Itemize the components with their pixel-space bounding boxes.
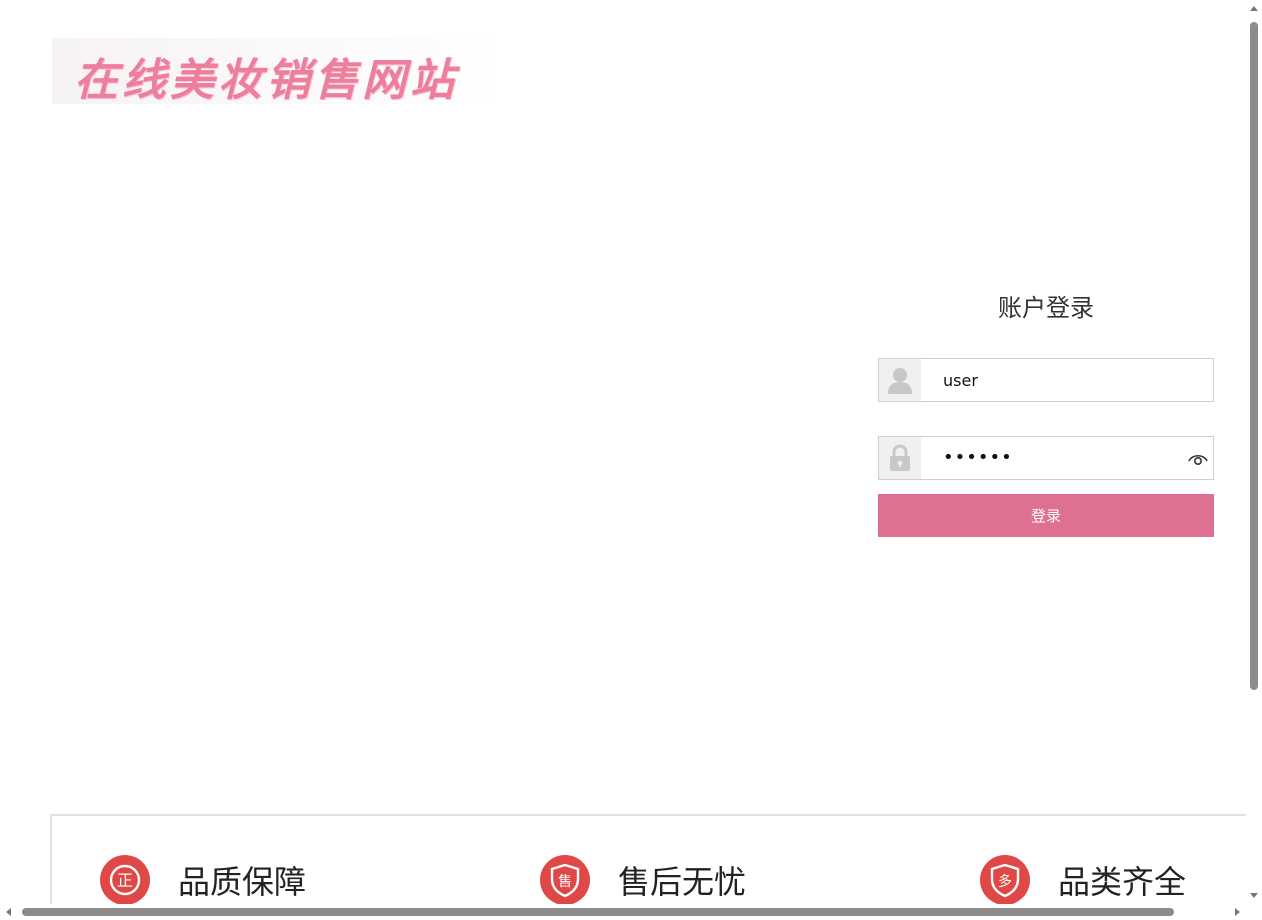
feature-variety: 多 品类齐全 <box>980 854 1186 906</box>
vertical-scrollbar[interactable] <box>1246 0 1262 904</box>
vertical-scroll-thumb[interactable] <box>1250 22 1258 690</box>
horizontal-scrollbar[interactable] <box>0 904 1246 920</box>
aftersale-shield-icon: 售 <box>540 855 590 905</box>
scroll-right-arrow-icon[interactable] <box>1235 908 1240 916</box>
scroll-down-arrow-icon[interactable] <box>1250 893 1258 898</box>
variety-shield-icon: 多 <box>980 855 1030 905</box>
feature-aftersale: 售 售后无忧 <box>540 854 746 906</box>
login-button[interactable]: 登录 <box>878 494 1214 537</box>
horizontal-scroll-thumb[interactable] <box>22 908 1174 916</box>
feature-quality: 正 品质保障 <box>100 854 306 906</box>
feature-label: 售后无忧 <box>618 863 747 901</box>
lock-icon <box>879 437 921 479</box>
username-input[interactable] <box>943 369 1173 391</box>
svg-text:多: 多 <box>998 873 1012 890</box>
feature-label: 品类齐全 <box>1058 863 1187 901</box>
scroll-left-arrow-icon[interactable] <box>6 908 11 916</box>
svg-text:售: 售 <box>558 874 572 890</box>
feature-label: 品质保障 <box>178 863 307 901</box>
site-logo[interactable]: 在线美妆销售网站 <box>52 38 502 106</box>
login-page: 在线美妆销售网站 账户登录 •••••• <box>0 0 1262 920</box>
scroll-up-arrow-icon[interactable] <box>1250 6 1258 11</box>
scrollbar-corner <box>1246 904 1262 920</box>
svg-text:正: 正 <box>117 871 133 890</box>
login-title: 账户登录 <box>998 294 1094 322</box>
user-icon <box>879 359 921 401</box>
username-field[interactable] <box>878 358 1214 402</box>
password-input[interactable]: •••••• <box>943 447 1013 468</box>
certified-badge-icon: 正 <box>100 855 150 905</box>
password-field[interactable]: •••••• <box>878 436 1214 480</box>
eye-icon[interactable] <box>1187 449 1209 467</box>
site-logo-text: 在线美妆销售网站 <box>74 55 458 106</box>
